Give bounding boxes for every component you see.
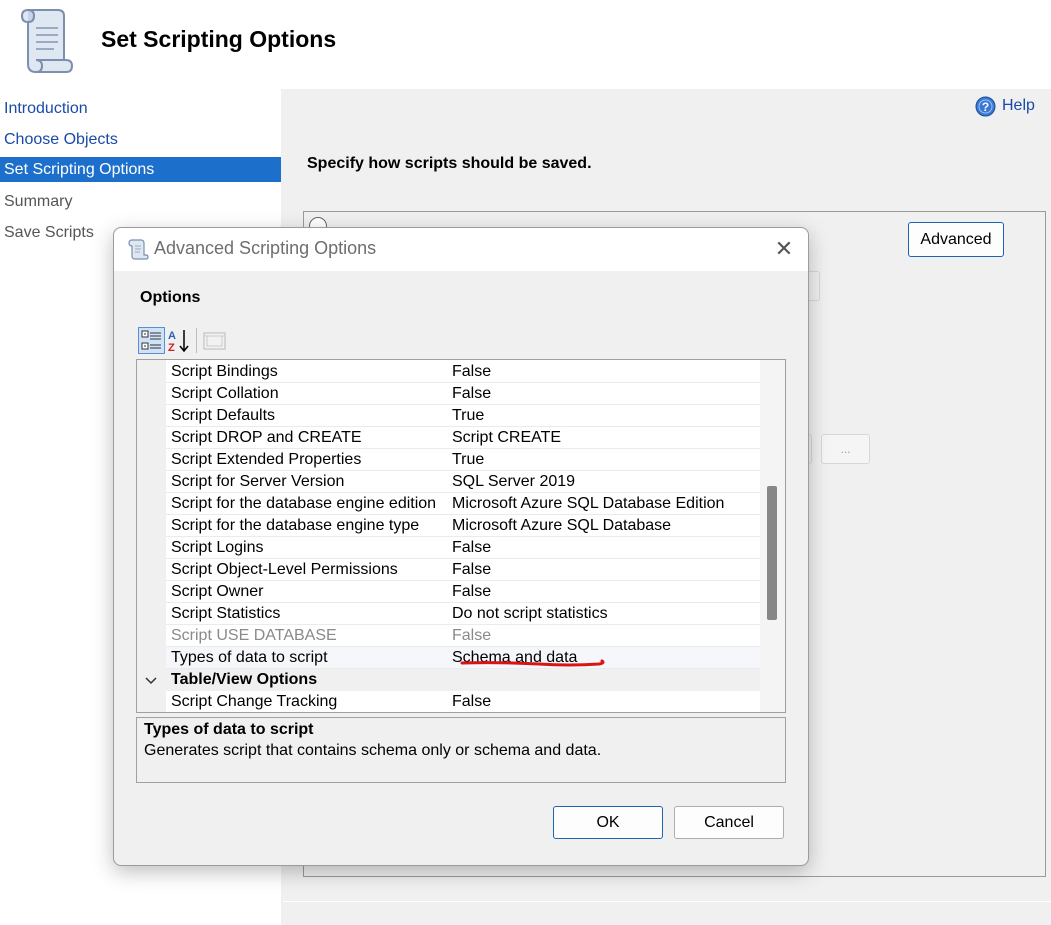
chevron-down-icon[interactable] [143, 669, 159, 691]
property-value: False [452, 627, 492, 644]
property-value[interactable]: Microsoft Azure SQL Database [452, 515, 671, 537]
page-title: Set Scripting Options [101, 26, 337, 52]
close-icon[interactable]: ✕ [772, 236, 796, 262]
browse-button[interactable]: ... [821, 434, 870, 464]
property-row[interactable]: Script Extended Properties True [166, 449, 760, 471]
cancel-button[interactable]: Cancel [674, 806, 784, 839]
property-name: Script Bindings [171, 363, 278, 380]
description-title: Types of data to script [144, 721, 314, 738]
property-row[interactable]: Types of data to script Schema and data [166, 647, 760, 669]
grid-gutter [137, 360, 166, 712]
property-row: Script USE DATABASE False [166, 625, 760, 647]
divider [283, 901, 1051, 902]
advanced-button[interactable]: Advanced [908, 222, 1004, 257]
description-panel: Types of data to script Generates script… [136, 717, 786, 783]
property-value[interactable]: False [452, 537, 491, 559]
property-row[interactable]: Script Collation False [166, 383, 760, 405]
property-row[interactable]: Script Bindings False [166, 361, 760, 383]
property-name: Script Change Tracking [171, 693, 338, 710]
toolbar-separator [196, 328, 197, 353]
property-name: Table/View Options [171, 671, 318, 688]
property-row[interactable]: Script for the database engine type Micro… [166, 515, 760, 537]
alphabetical-sort-icon: A Z [168, 330, 189, 354]
nav-item-set-scripting-options[interactable]: Set Scripting Options [0, 157, 281, 182]
property-name: Script Collation [171, 385, 279, 402]
property-pages-button [201, 327, 228, 354]
property-value[interactable]: Schema and data [452, 647, 577, 669]
script-scroll-icon [20, 9, 74, 73]
advanced-scripting-dialog: Advanced Scripting Options ✕ Options A Z [113, 227, 809, 866]
property-name: Script USE DATABASE [171, 627, 337, 644]
property-value[interactable]: True [452, 449, 484, 471]
property-name: Script Defaults [171, 407, 276, 424]
property-name: Script Statistics [171, 605, 281, 622]
property-value[interactable]: Script CREATE [452, 427, 561, 449]
description-text: Generates script that contains schema on… [144, 742, 602, 759]
svg-text:A: A [168, 330, 176, 342]
help-icon: ? [975, 96, 996, 116]
property-name: Script for Server Version [171, 473, 345, 490]
instruction-text: Specify how scripts should be saved. [307, 155, 592, 172]
options-label: Options [140, 289, 201, 306]
property-row[interactable]: Script for Server Version SQL Server 2019 [166, 471, 760, 493]
property-name: Script Extended Properties [171, 451, 362, 468]
property-row[interactable]: Script Logins False [166, 537, 760, 559]
ok-button[interactable]: OK [553, 806, 663, 839]
property-grid: Script Bindings False Script Collation Fals… [136, 359, 786, 713]
property-value[interactable]: False [452, 361, 491, 383]
property-name: Script Logins [171, 539, 264, 556]
wizard-header: Set Scripting Options [0, 0, 1051, 89]
categorized-button[interactable] [138, 327, 165, 354]
property-name: Script Object-Level Permissions [171, 561, 398, 578]
property-value[interactable]: Microsoft Azure SQL Database Edition [452, 493, 724, 515]
categorized-icon [141, 330, 161, 350]
nav-item-introduction[interactable]: Introduction [0, 96, 281, 121]
property-name: Script DROP and CREATE [171, 429, 362, 446]
help-link[interactable]: ? Help [975, 94, 1035, 118]
property-row[interactable]: Script Defaults True [166, 405, 760, 427]
nav-item-summary: Summary [4, 193, 73, 210]
scrollbar-thumb[interactable] [767, 486, 777, 620]
property-pages-icon [203, 332, 226, 350]
grid-scrollbar[interactable] [760, 360, 785, 712]
property-value[interactable]: False [452, 559, 491, 581]
property-row[interactable]: Script Object-Level Permissions False [166, 559, 760, 581]
property-name: Types of data to script [171, 649, 328, 666]
property-value[interactable]: False [452, 691, 491, 712]
property-row[interactable]: Script DROP and CREATE Script CREATE [166, 427, 760, 449]
property-row[interactable]: Script Owner False [166, 581, 760, 603]
property-value[interactable]: False [452, 383, 491, 405]
property-value[interactable]: True [452, 405, 484, 427]
property-row[interactable]: Script for the database engine edition Mi… [166, 493, 760, 515]
dialog-titlebar: Advanced Scripting Options ✕ [114, 228, 808, 271]
property-name: Script for the database engine edition [171, 495, 437, 512]
property-name: Script Owner [171, 583, 264, 600]
alphabetical-button[interactable]: A Z [166, 327, 193, 354]
property-value[interactable]: SQL Server 2019 [452, 471, 575, 493]
svg-text:Z: Z [168, 342, 175, 354]
svg-text:?: ? [982, 100, 989, 114]
property-row[interactable]: Script Change Tracking False [166, 691, 760, 712]
property-row[interactable]: Script Statistics Do not script statistic… [166, 603, 760, 625]
property-value[interactable]: False [452, 581, 491, 603]
dialog-title: Advanced Scripting Options [154, 238, 377, 258]
property-name: Script for the database engine type [171, 517, 420, 534]
property-value[interactable]: Do not script statistics [452, 603, 608, 625]
script-scroll-icon [128, 239, 149, 260]
help-label: Help [1002, 97, 1035, 114]
category-row[interactable]: Table/View Options [145, 669, 760, 691]
nav-item-choose-objects[interactable]: Choose Objects [0, 127, 281, 152]
